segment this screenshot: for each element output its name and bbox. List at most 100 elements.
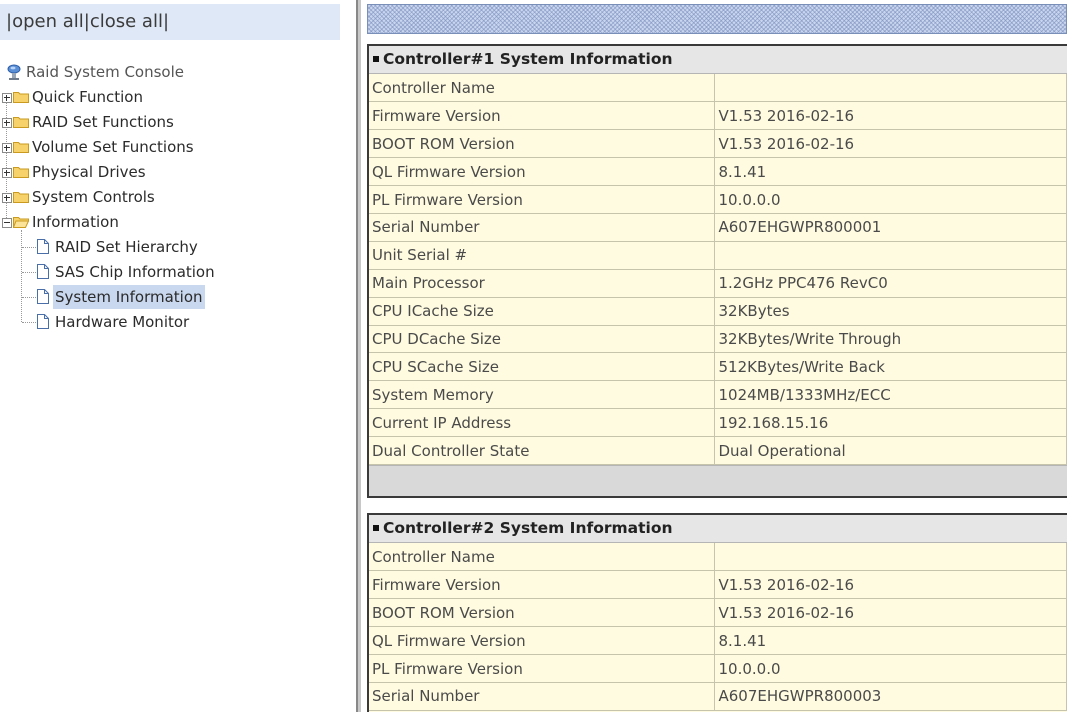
- field-value: Dual Operational: [714, 436, 1067, 465]
- tree-line: [22, 322, 36, 324]
- field-label: CPU SCache Size: [369, 352, 715, 382]
- tree-item-label: Hardware Monitor: [55, 313, 190, 331]
- field-value: A607EHGWPR800003: [714, 682, 1067, 711]
- tree-line: [6, 96, 8, 222]
- field-value: V1.53 2016-02-16: [714, 129, 1067, 159]
- field-value: A607EHGWPR800001: [714, 213, 1067, 242]
- tree-item-label-selected: System Information: [53, 285, 205, 309]
- field-label: Serial Number: [369, 682, 715, 711]
- header-banner: [367, 4, 1067, 34]
- panel-title: Controller#1 System Information: [369, 46, 1067, 74]
- folder-icon: [13, 117, 29, 128]
- document-icon: [37, 239, 49, 254]
- table-row: PL Firmware Version 10.0.0.0: [369, 654, 1067, 683]
- folder-icon: [13, 167, 29, 178]
- tree-line: [22, 297, 36, 299]
- table-row: QL Firmware Version 8.1.41: [369, 626, 1067, 656]
- collapse-icon[interactable]: [2, 218, 12, 228]
- expand-icon[interactable]: [2, 143, 12, 153]
- panel-title-text: Controller#1 System Information: [383, 50, 673, 68]
- table-row: System Memory 1024MB/1333MHz/ECC: [369, 380, 1067, 410]
- table-row: Serial Number A607EHGWPR800003: [369, 682, 1067, 711]
- tree-line: [21, 230, 23, 322]
- field-label: Firmware Version: [369, 101, 715, 131]
- table-row: Controller Name: [369, 74, 1067, 103]
- field-label: CPU ICache Size: [369, 297, 715, 326]
- field-label: Main Processor: [369, 269, 715, 298]
- close-all-link[interactable]: close all: [90, 11, 163, 32]
- panel-title: Controller#2 System Information: [369, 515, 1067, 543]
- open-folder-icon: [13, 217, 29, 228]
- tree-line: [22, 247, 36, 249]
- table-row: Firmware Version V1.53 2016-02-16: [369, 570, 1067, 600]
- folder-label: System Controls: [32, 188, 155, 206]
- tree-item-label: SAS Chip Information: [55, 263, 215, 281]
- field-value: [714, 543, 1067, 572]
- bullet-icon: [373, 524, 379, 531]
- folder-icon: [13, 192, 29, 203]
- folder-label: Physical Drives: [32, 163, 146, 181]
- navigation-frame: |open all|close all| Raid System Console…: [0, 0, 356, 712]
- folder-label: Volume Set Functions: [32, 138, 194, 156]
- content-frame: Controller#1 System Information Controll…: [361, 0, 1067, 712]
- table-row: Current IP Address 192.168.15.16: [369, 408, 1067, 438]
- folder-icon: [13, 142, 29, 153]
- field-value: 32KBytes: [714, 297, 1067, 326]
- tree-item-label: RAID Set Hierarchy: [55, 238, 198, 256]
- field-label: PL Firmware Version: [369, 654, 715, 683]
- expand-icon[interactable]: [2, 93, 12, 103]
- open-all-link[interactable]: open all: [12, 11, 84, 32]
- table-row: Firmware Version V1.53 2016-02-16: [369, 101, 1067, 131]
- field-label: CPU DCache Size: [369, 325, 715, 354]
- controller2-info-table: Controller Name Firmware Version V1.53 201…: [369, 543, 1067, 711]
- field-label: Dual Controller State: [369, 436, 715, 465]
- table-row: Unit Serial #: [369, 241, 1067, 270]
- folder-label: Information: [32, 213, 119, 231]
- field-value: V1.53 2016-02-16: [714, 570, 1067, 600]
- field-label: BOOT ROM Version: [369, 598, 715, 628]
- document-icon: [37, 314, 49, 329]
- field-value: 512KBytes/Write Back: [714, 352, 1067, 382]
- table-row: BOOT ROM Version V1.53 2016-02-16: [369, 598, 1067, 628]
- table-row: Serial Number A607EHGWPR800001: [369, 213, 1067, 242]
- controller1-info-panel: Controller#1 System Information Controll…: [367, 44, 1067, 498]
- field-label: QL Firmware Version: [369, 626, 715, 656]
- field-value: [714, 241, 1067, 270]
- field-label: Unit Serial #: [369, 241, 715, 270]
- document-icon: [37, 289, 49, 304]
- field-value: V1.53 2016-02-16: [714, 598, 1067, 628]
- field-label: QL Firmware Version: [369, 157, 715, 187]
- field-label: BOOT ROM Version: [369, 129, 715, 159]
- table-row: Main Processor 1.2GHz PPC476 RevC0: [369, 269, 1067, 298]
- field-label: Controller Name: [369, 543, 715, 572]
- open-close-bar: |open all|close all|: [0, 4, 340, 40]
- field-value: 1.2GHz PPC476 RevC0: [714, 269, 1067, 298]
- field-value: [714, 74, 1067, 103]
- field-value: 192.168.15.16: [714, 408, 1067, 438]
- field-label: Serial Number: [369, 213, 715, 242]
- field-value: 32KBytes/Write Through: [714, 325, 1067, 354]
- panel-footer: [369, 464, 1067, 496]
- table-row: CPU DCache Size 32KBytes/Write Through: [369, 325, 1067, 354]
- controller1-info-table: Controller Name Firmware Version V1.53 201…: [369, 74, 1067, 465]
- table-row: CPU ICache Size 32KBytes: [369, 297, 1067, 326]
- document-icon: [37, 264, 49, 279]
- table-row: QL Firmware Version 8.1.41: [369, 157, 1067, 187]
- field-label: Current IP Address: [369, 408, 715, 438]
- tree-line: [22, 272, 36, 274]
- field-value: 10.0.0.0: [714, 185, 1067, 214]
- expand-icon[interactable]: [2, 118, 12, 128]
- table-row: CPU SCache Size 512KBytes/Write Back: [369, 352, 1067, 382]
- field-value: 8.1.41: [714, 157, 1067, 187]
- expand-icon[interactable]: [2, 168, 12, 178]
- expand-icon[interactable]: [2, 193, 12, 203]
- bullet-icon: [373, 55, 379, 62]
- controller2-info-panel: Controller#2 System Information Controll…: [367, 513, 1067, 712]
- table-row: Dual Controller State Dual Operational: [369, 436, 1067, 465]
- field-label: PL Firmware Version: [369, 185, 715, 214]
- separator: |: [162, 11, 170, 32]
- console-icon: [7, 64, 21, 80]
- table-row: PL Firmware Version 10.0.0.0: [369, 185, 1067, 214]
- tree-root-label: Raid System Console: [26, 63, 184, 81]
- field-value: 10.0.0.0: [714, 654, 1067, 683]
